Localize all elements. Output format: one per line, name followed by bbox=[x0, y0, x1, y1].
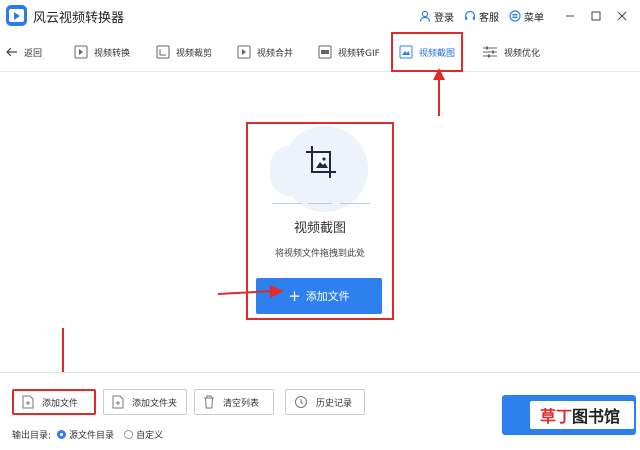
back-label: 返回 bbox=[24, 48, 43, 59]
history-button[interactable]: 历史记录 bbox=[285, 389, 365, 415]
divider bbox=[272, 203, 302, 204]
panel-title: 视频截图 bbox=[293, 221, 346, 236]
tab-label: 视频截图 bbox=[419, 48, 456, 59]
trash-icon bbox=[204, 395, 214, 409]
tab-video-crop[interactable]: 视频裁剪 bbox=[156, 40, 212, 64]
back-arrow-icon bbox=[6, 47, 17, 57]
tab-label: 视频裁剪 bbox=[176, 48, 213, 59]
option-custom: 自定义 bbox=[136, 431, 164, 441]
tab-video-optimize[interactable]: 视频优化 bbox=[482, 40, 540, 64]
close-icon bbox=[617, 11, 627, 21]
output-directory: 输出目录: 源文件目录 自定义 bbox=[12, 428, 163, 441]
video-crop-icon bbox=[156, 45, 170, 59]
back-button[interactable]: 返回 bbox=[6, 40, 42, 64]
history-label: 历史记录 bbox=[316, 398, 353, 409]
divider bbox=[308, 203, 332, 204]
menu-link[interactable]: 菜单 bbox=[509, 9, 544, 24]
option-source-dir: 源文件目录 bbox=[69, 431, 115, 441]
tab-video-screenshot[interactable]: 视频截图 bbox=[391, 32, 464, 72]
add-file-label: 添加文件 bbox=[305, 290, 350, 303]
app-logo-icon bbox=[6, 5, 27, 26]
minimize-button[interactable] bbox=[560, 6, 580, 26]
clear-list-label: 清空列表 bbox=[223, 398, 260, 409]
add-folder-label: 添加文件夹 bbox=[132, 398, 178, 409]
tab-video-merge[interactable]: 视频合并 bbox=[237, 40, 293, 64]
tab-video-convert[interactable]: 视频转换 bbox=[74, 40, 130, 64]
add-folder-button[interactable]: 添加文件夹 bbox=[103, 389, 187, 415]
clock-icon bbox=[295, 396, 307, 408]
tab-video-to-gif[interactable]: 视频转GIF bbox=[318, 40, 380, 64]
watermark-part1: 草 bbox=[540, 407, 557, 426]
radio-custom[interactable] bbox=[124, 430, 134, 439]
annotation-arrow-right bbox=[217, 285, 284, 298]
output-label: 输出目录: bbox=[12, 431, 52, 441]
radio-source-dir[interactable] bbox=[57, 430, 67, 439]
maximize-icon bbox=[591, 11, 601, 21]
tab-label: 视频转换 bbox=[94, 48, 131, 59]
plus-icon: + bbox=[288, 286, 301, 305]
annotation-arrow-up bbox=[433, 68, 445, 116]
user-icon bbox=[419, 10, 431, 22]
tab-label: 视频合并 bbox=[257, 48, 294, 59]
video-convert-icon bbox=[74, 45, 88, 59]
tab-label: 视频转GIF bbox=[338, 48, 380, 59]
service-label: 客服 bbox=[479, 12, 499, 24]
file-add-icon bbox=[22, 395, 34, 409]
clear-list-button[interactable]: 清空列表 bbox=[194, 389, 274, 415]
login-label: 登录 bbox=[434, 12, 454, 24]
toolbar: 返回 视频转换 视频裁剪 视频合并 视频转GIF 视频截图 视频优化 bbox=[0, 32, 640, 72]
watermark-part3: 图书馆 bbox=[572, 407, 621, 426]
watermark: 草 丁 图书馆 bbox=[540, 403, 620, 427]
close-button[interactable] bbox=[612, 6, 632, 26]
menu-icon bbox=[509, 10, 521, 22]
title-bar: 风云视频转换器 登录 客服 菜单 bbox=[0, 0, 640, 32]
screenshot-icon bbox=[399, 45, 413, 59]
minimize-icon bbox=[566, 15, 574, 17]
app-title: 风云视频转换器 bbox=[33, 11, 125, 26]
image-crop-icon bbox=[306, 146, 336, 178]
panel-hint: 将视频文件拖拽到此处 bbox=[274, 249, 365, 259]
divider bbox=[340, 203, 370, 204]
tab-label: 视频优化 bbox=[504, 48, 541, 59]
folder-add-icon bbox=[112, 395, 124, 409]
add-file-bottom-label: 添加文件 bbox=[42, 398, 79, 409]
watermark-part2: 丁 bbox=[556, 407, 573, 426]
sliders-icon bbox=[483, 46, 497, 58]
menu-label: 菜单 bbox=[524, 12, 544, 24]
video-merge-icon bbox=[237, 45, 251, 59]
add-file-bottom-button[interactable]: 添加文件 bbox=[12, 389, 96, 415]
login-link[interactable]: 登录 bbox=[419, 9, 454, 24]
gif-icon bbox=[318, 45, 332, 59]
maximize-button[interactable] bbox=[586, 6, 606, 26]
service-link[interactable]: 客服 bbox=[464, 9, 499, 24]
headset-icon bbox=[464, 10, 476, 20]
bottom-bar: 添加文件 添加文件夹 清空列表 历史记录 输出目录: 源文件目录 自定义 草 丁… bbox=[0, 372, 640, 450]
